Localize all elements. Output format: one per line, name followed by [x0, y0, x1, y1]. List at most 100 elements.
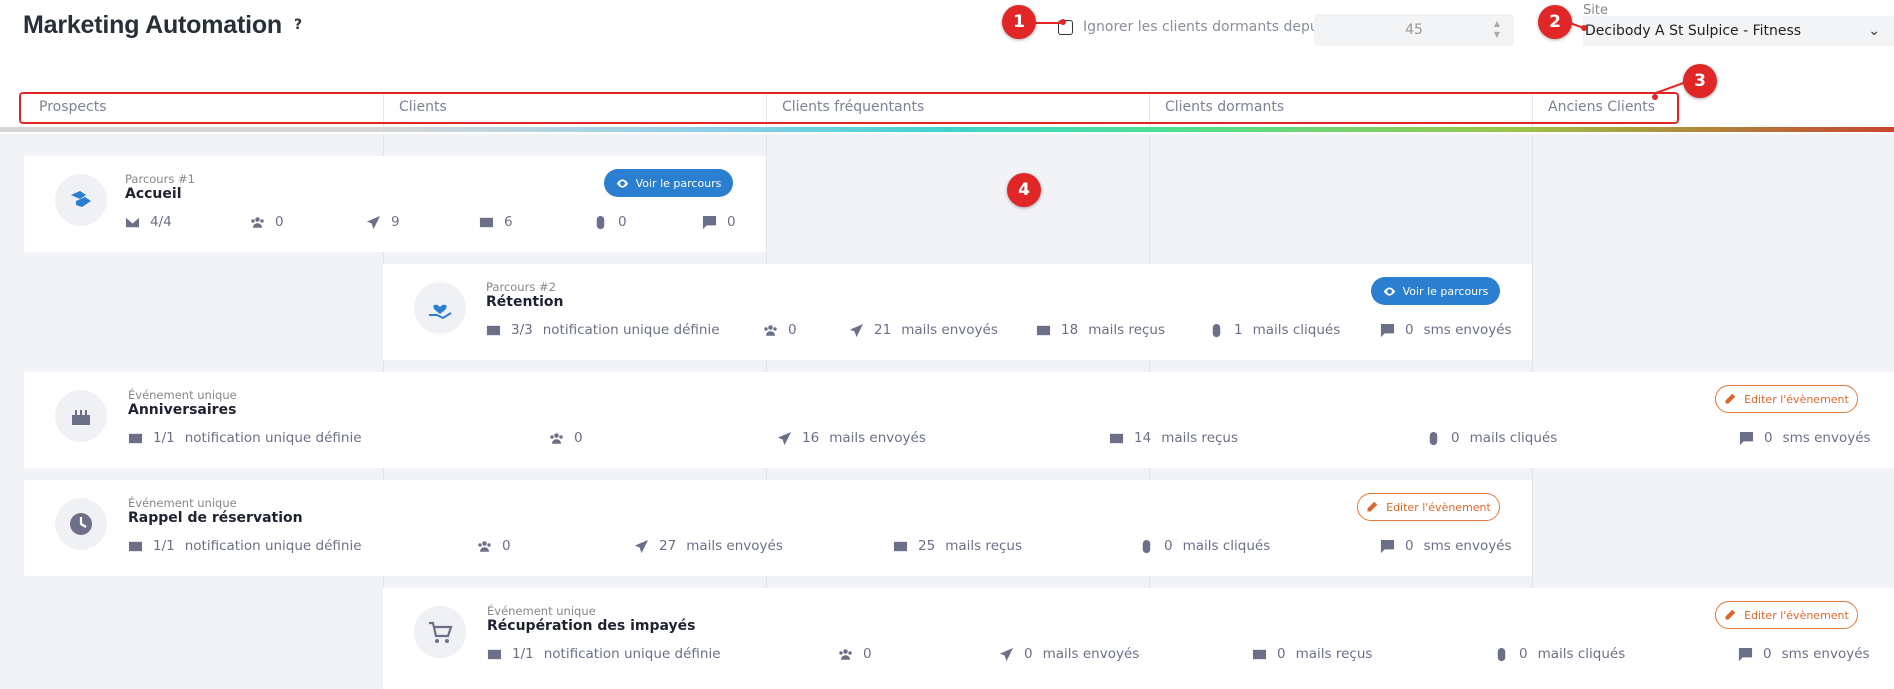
users-icon	[764, 324, 777, 336]
eye-icon	[1383, 286, 1395, 296]
number-spinner-icon[interactable]: ▲ ▼	[1494, 18, 1500, 40]
heart-hand-icon	[414, 282, 466, 334]
card-title: Accueil	[125, 186, 182, 202]
annotation-marker-2: 2	[1538, 5, 1572, 39]
stat-contacts: 0	[477, 538, 521, 554]
stat-mails-clicked: 0 mails cliqués	[1494, 646, 1625, 662]
envelope-icon	[128, 433, 143, 443]
users-icon	[550, 432, 563, 444]
stat-notifications: 4/4	[125, 214, 182, 230]
envelope-check-icon	[1252, 649, 1267, 659]
mouse-icon	[1142, 539, 1151, 553]
stat-mails-clicked: 0 mails cliqués	[1139, 538, 1270, 554]
card-category: Parcours #1	[125, 172, 195, 186]
envelope-icon	[487, 649, 502, 659]
stage-gradient-bar	[0, 127, 1894, 132]
stat-notifications: 3/3 notification unique définie	[486, 322, 720, 338]
card-title: Rétention	[486, 294, 564, 310]
annotation-marker-1: 1	[1002, 5, 1036, 39]
edit-event-button[interactable]: Editer l'évènement	[1357, 493, 1500, 521]
stat-mails-sent: 16 mails envoyés	[777, 430, 926, 446]
annotation-line-1	[1035, 22, 1063, 24]
card-category: Événement unique	[487, 604, 596, 618]
stat-contacts: 0	[763, 322, 807, 338]
dormant-days-value: 45	[1405, 22, 1423, 38]
card-category: Événement unique	[128, 388, 237, 402]
stat-mails-sent: 27 mails envoyés	[634, 538, 783, 554]
journey-board: Parcours #1 Accueil Voir le parcours 4/4…	[0, 134, 1894, 689]
envelope-check-icon	[479, 217, 494, 227]
stat-mails-received: 14 mails reçus	[1109, 430, 1238, 446]
edit-event-label: Editer l'évènement	[1744, 608, 1849, 622]
edit-event-button[interactable]: Editer l'évènement	[1715, 385, 1858, 413]
eye-icon	[616, 178, 628, 188]
card-title: Récupération des impayés	[487, 618, 696, 634]
clock-icon	[55, 498, 107, 550]
event-card-rappel-reservation[interactable]: Événement unique Rappel de réservation E…	[24, 480, 1532, 576]
page: Marketing Automation ? Ignorer les clien…	[0, 0, 1894, 689]
sms-icon	[1380, 539, 1395, 553]
pencil-icon	[1725, 393, 1736, 404]
event-card-recuperation-impayes[interactable]: Événement unique Récupération des impayé…	[383, 588, 1894, 689]
stat-contacts: 0	[549, 430, 593, 446]
ignore-dormant-label: Ignorer les clients dormants depuis	[1083, 19, 1330, 35]
site-select[interactable]: Decibody A St Sulpice - Fitness ⌄	[1583, 16, 1894, 46]
sms-icon	[1739, 431, 1754, 445]
annotation-dot-3	[1652, 94, 1658, 100]
stat-mails-sent: 0 mails envoyés	[999, 646, 1139, 662]
stages-highlight-box	[19, 92, 1679, 124]
view-journey-label: Voir le parcours	[635, 176, 722, 190]
event-card-anniversaires[interactable]: Événement unique Anniversaires Editer l'…	[24, 372, 1894, 468]
site-selected-value: Decibody A St Sulpice - Fitness	[1585, 23, 1802, 39]
envelope-icon	[128, 541, 143, 551]
handshake-icon	[55, 174, 107, 226]
card-category: Parcours #2	[486, 280, 556, 294]
envelope-icon	[125, 217, 140, 227]
users-icon	[839, 648, 852, 660]
stat-mails-received: 25 mails reçus	[893, 538, 1022, 554]
mouse-icon	[1429, 431, 1438, 445]
stat-notifications: 1/1 notification unique définie	[128, 538, 362, 554]
stat-sms-sent: 0 sms envoyés	[1380, 322, 1512, 338]
edit-event-label: Editer l'évènement	[1386, 500, 1491, 514]
envelope-check-icon	[893, 541, 908, 551]
journey-card-accueil[interactable]: Parcours #1 Accueil Voir le parcours 4/4…	[24, 156, 766, 252]
pencil-icon	[1725, 609, 1736, 620]
stat-contacts: 0	[250, 214, 294, 230]
edit-event-button[interactable]: Editer l'évènement	[1715, 601, 1858, 629]
annotation-dot-2	[1581, 25, 1587, 31]
ignore-dormant-option: Ignorer les clients dormants depuis	[1058, 19, 1330, 35]
sms-icon	[1380, 323, 1395, 337]
stat-mails-clicked: 1 mails cliqués	[1209, 322, 1340, 338]
stat-mails-sent: 21 mails envoyés	[849, 322, 998, 338]
stat-notifications: 1/1 notification unique définie	[128, 430, 362, 446]
help-icon[interactable]: ?	[294, 17, 302, 33]
paper-plane-icon	[634, 539, 649, 553]
view-journey-button[interactable]: Voir le parcours	[604, 169, 733, 197]
journey-card-retention[interactable]: Parcours #2 Rétention Voir le parcours 3…	[383, 264, 1532, 360]
stat-notifications: 1/1 notification unique définie	[487, 646, 721, 662]
paper-plane-icon	[999, 647, 1014, 661]
pencil-icon	[1367, 501, 1378, 512]
stat-mails-received: 18 mails reçus	[1036, 322, 1165, 338]
annotation-marker-4: 4	[1007, 173, 1041, 207]
stat-mails-sent: 9	[366, 214, 410, 230]
mouse-icon	[596, 215, 605, 229]
stat-mails-clicked: 0	[593, 214, 637, 230]
view-journey-button[interactable]: Voir le parcours	[1371, 277, 1500, 305]
stat-mails-received: 6	[479, 214, 523, 230]
stat-sms-sent: 0 sms envoyés	[1738, 646, 1870, 662]
page-title: Marketing Automation	[23, 11, 282, 39]
annotation-dot-1	[1060, 19, 1066, 25]
paper-plane-icon	[849, 323, 864, 337]
annotation-marker-3: 3	[1683, 64, 1717, 98]
stat-sms-sent: 0 sms envoyés	[1380, 538, 1512, 554]
paper-plane-icon	[366, 215, 381, 229]
card-title: Anniversaires	[128, 402, 237, 418]
dormant-days-input[interactable]: 45 ▲ ▼	[1314, 14, 1514, 46]
envelope-check-icon	[1109, 433, 1124, 443]
users-icon	[478, 540, 491, 552]
envelope-check-icon	[1036, 325, 1051, 335]
stat-sms-sent: 0 sms envoyés	[1739, 430, 1871, 446]
envelope-icon	[486, 325, 501, 335]
